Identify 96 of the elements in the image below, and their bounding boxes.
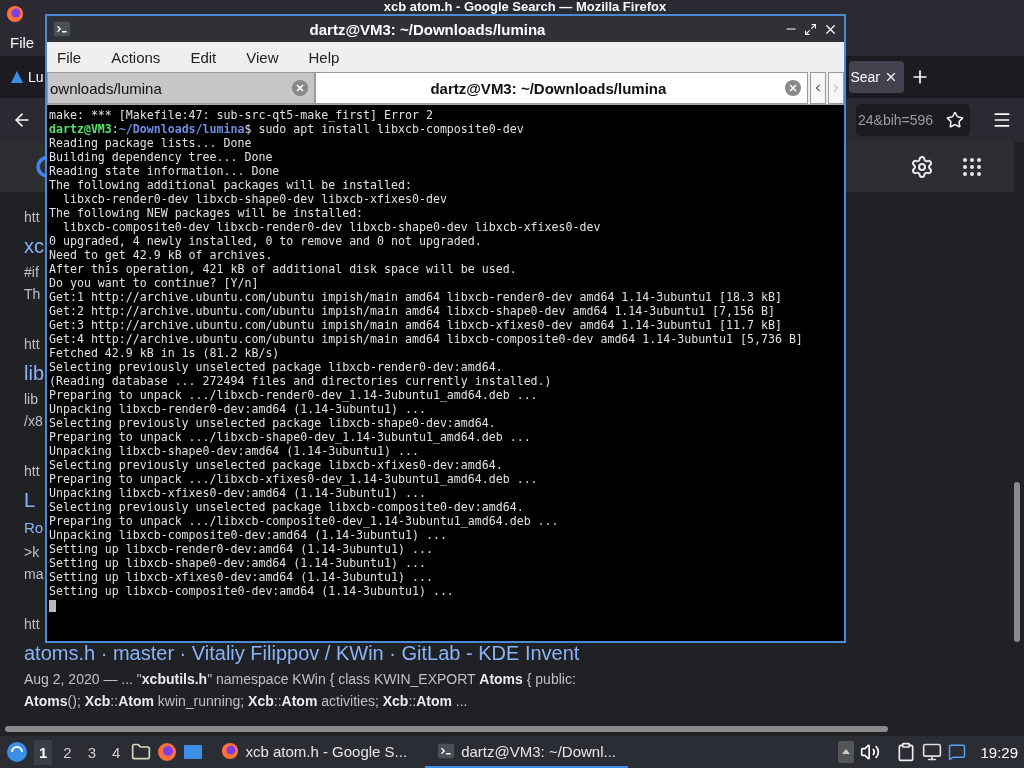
result-url: htt — [24, 335, 40, 354]
result-title[interactable]: L — [24, 488, 36, 512]
output-line: Preparing to unpack .../libxcb-xfixes0-dev_1.14-3ubuntu1_amd64.deb ... — [49, 472, 539, 486]
menu-item[interactable]: File — [10, 33, 35, 51]
close-icon[interactable] — [884, 70, 898, 84]
settings-icon[interactable] — [910, 155, 934, 179]
browser-icon — [6, 5, 24, 23]
output-line: Get:4 http://archive.ubuntu.com/ubuntu impish/main amd64 libxcb-composite0-dev amd64 1.14-3ubuntu1 [5,736 B] — [49, 332, 804, 346]
browser-icon — [157, 742, 178, 762]
output-line: Selecting previously unselected package libxcb-xfixes0-dev:amd64. — [49, 458, 504, 472]
window-title: xcb atom.h - Google Search — Mozilla Firefox — [382, 0, 668, 13]
terminal-tab[interactable]: dartz@VM3: ~/Downloads/lumina — [314, 72, 809, 104]
workspace-button[interactable]: 3 — [82, 739, 102, 765]
menu-item[interactable]: File — [57, 48, 82, 66]
output-line: Get:3 http://archive.ubuntu.com/ubuntu impish/main amd64 libxcb-xfixes0-dev amd64 1.14-3ubuntu1 [11.7 kB] — [49, 318, 783, 332]
result-title[interactable]: xc — [24, 234, 44, 258]
scroll-right-button[interactable] — [828, 72, 844, 104]
workspace-button[interactable]: 1 — [34, 739, 53, 765]
menu-item[interactable]: Edit — [190, 48, 217, 66]
output-line: Get:1 http://archive.ubuntu.com/ubuntu impish/main amd64 libxcb-render0-dev amd64 1.14-3ubuntu1 [18.3 kB] — [49, 290, 783, 304]
result-sublink[interactable]: Ro — [24, 515, 44, 541]
browser-tab[interactable]: Lu — [10, 61, 44, 93]
maximize-icon[interactable] — [804, 22, 817, 36]
browser-tab[interactable]: Sear — [849, 61, 904, 93]
taskbar-task[interactable]: xcb atom.h - Google S... — [209, 736, 420, 768]
result-snippet: ma — [24, 565, 44, 584]
result-url: htt — [24, 208, 40, 227]
result-snippet: /x8 — [24, 412, 43, 431]
output-line: Do you want to continue? [Y/n] — [49, 276, 260, 290]
output-line: Get:2 http://archive.ubuntu.com/ubuntu impish/main amd64 libxcb-shape0-dev amd64 1.14-3ubuntu1 [7,156 B] — [49, 304, 776, 318]
volume-icon[interactable] — [860, 742, 881, 762]
clock: 19:29 — [980, 743, 1018, 761]
result-snippet: Aug 2, 2020 — ... "xcbutils.h" namespace KWin { class KWIN_EXPORT Atoms { public: — [24, 670, 576, 689]
output-line: Unpacking libxcb-composite0-dev:amd64 (1.14-3ubuntu1) ... — [49, 528, 448, 542]
output-line: libxcb-render0-dev libxcb-shape0-dev libxcb-xfixes0-dev — [61, 192, 448, 206]
output-line: make: *** [Makefile:47: sub-src-qt5-make_first] Error 2 — [49, 108, 434, 122]
workspace-button[interactable]: 2 — [58, 739, 77, 765]
terminal-tab[interactable]: ownloads/lumina — [47, 72, 315, 104]
star-icon[interactable] — [946, 111, 964, 129]
result-url: htt — [24, 462, 40, 481]
output-line: Fetched 42.9 kB in 1s (81.2 kB/s) — [49, 346, 281, 360]
output-line: (Reading database ... 272494 files and directories currently installed.) — [49, 374, 553, 388]
output-line: Selecting previously unselected package libxcb-render0-dev:amd64. — [49, 360, 504, 374]
start-menu-icon[interactable] — [6, 741, 28, 763]
menu-item[interactable]: View — [246, 48, 279, 66]
output-line: 0 upgraded, 4 newly installed, 0 to remove and 0 not upgraded. — [49, 234, 483, 248]
scroll-left-button[interactable] — [810, 72, 827, 104]
network-icon[interactable] — [922, 742, 943, 762]
output-line: Preparing to unpack .../libxcb-composite0-dev_1.14-3ubuntu1_amd64.deb ... — [49, 514, 560, 528]
output-line: Selecting previously unselected package libxcb-shape0-dev:amd64. — [49, 416, 497, 430]
clipboard-icon[interactable] — [896, 742, 917, 762]
scrollbar[interactable] — [5, 726, 888, 732]
folder-icon[interactable] — [131, 742, 152, 762]
window-title: dartz@VM3: ~/Downloads/lumina — [308, 20, 547, 38]
output-line: Building dependency tree... Done — [49, 150, 274, 164]
output-line: Reading state information... Done — [49, 164, 281, 178]
terminal-icon — [437, 742, 456, 760]
tab-favicon — [10, 70, 24, 84]
workspace-button[interactable]: 4 — [107, 739, 126, 765]
result-snippet: >k — [24, 543, 40, 562]
output-line: Need to get 42.9 kB of archives. — [49, 248, 274, 262]
result-snippet: Th — [24, 285, 41, 304]
address-field[interactable]: 24&bih=596 — [856, 104, 970, 136]
menu-item[interactable]: Actions — [111, 48, 161, 66]
window-icon[interactable] — [183, 743, 204, 761]
result-title[interactable]: lib — [24, 361, 44, 385]
prompt-line: dartz@VM3:~/Downloads/lumina$ sudo apt install libxcb-composite0-dev — [49, 122, 525, 136]
output-line: The following additional packages will be installed: — [49, 178, 413, 192]
menu-item[interactable]: Help — [308, 48, 340, 66]
notification-icon[interactable] — [948, 743, 967, 761]
output-line: Preparing to unpack .../libxcb-render0-dev_1.14-3ubuntu1_amd64.deb ... — [49, 388, 539, 402]
result-url: htt — [24, 615, 40, 634]
output-line: Preparing to unpack .../libxcb-shape0-dev_1.14-3ubuntu1_amd64.deb ... — [49, 430, 532, 444]
result-snippet: lib — [24, 390, 38, 409]
output-line: The following NEW packages will be installed: — [49, 206, 365, 220]
menu-icon[interactable] — [992, 110, 1012, 130]
output-line: Reading package lists... Done — [49, 136, 253, 150]
browser-icon — [221, 742, 240, 760]
output-line: Unpacking libxcb-render0-dev:amd64 (1.14-3ubuntu1) ... — [49, 402, 427, 416]
output-line: After this operation, 421 kB of additional disk space will be used. — [49, 262, 518, 276]
terminal-icon — [53, 20, 71, 38]
result-snippet: Atoms(); Xcb::Atom kwin_running; Xcb::Atom activities; Xcb::Atom ... — [24, 692, 468, 711]
output-line: Setting up libxcb-xfixes0-dev:amd64 (1.14-3ubuntu1) ... — [49, 570, 434, 584]
output-line: Selecting previously unselected package libxcb-composite0-dev:amd64. — [49, 500, 525, 514]
output-line: Unpacking libxcb-shape0-dev:amd64 (1.14-3ubuntu1) ... — [49, 444, 420, 458]
result-title[interactable]: atoms.h · master · Vitaliy Filippov / KWin · GitLab - KDE Invent — [24, 641, 580, 665]
result-snippet: #if — [24, 263, 39, 282]
output-line: Setting up libxcb-composite0-dev:amd64 (1.14-3ubuntu1) ... — [49, 584, 455, 598]
output-line: Unpacking libxcb-xfixes0-dev:amd64 (1.14-3ubuntu1) ... — [49, 486, 427, 500]
output-line: libxcb-composite0-dev libxcb-render0-dev libxcb-shape0-dev libxcb-xfixes0-dev — [61, 220, 602, 234]
scrollbar[interactable] — [1014, 482, 1020, 642]
text-cursor — [49, 600, 56, 612]
output-line: Setting up libxcb-render0-dev:amd64 (1.14-3ubuntu1) ... — [49, 542, 434, 556]
output-line: Setting up libxcb-shape0-dev:amd64 (1.14-3ubuntu1) ... — [49, 556, 427, 570]
taskbar-task[interactable]: dartz@VM3: ~/Downl... — [425, 736, 628, 768]
apps-icon[interactable] — [960, 155, 984, 179]
